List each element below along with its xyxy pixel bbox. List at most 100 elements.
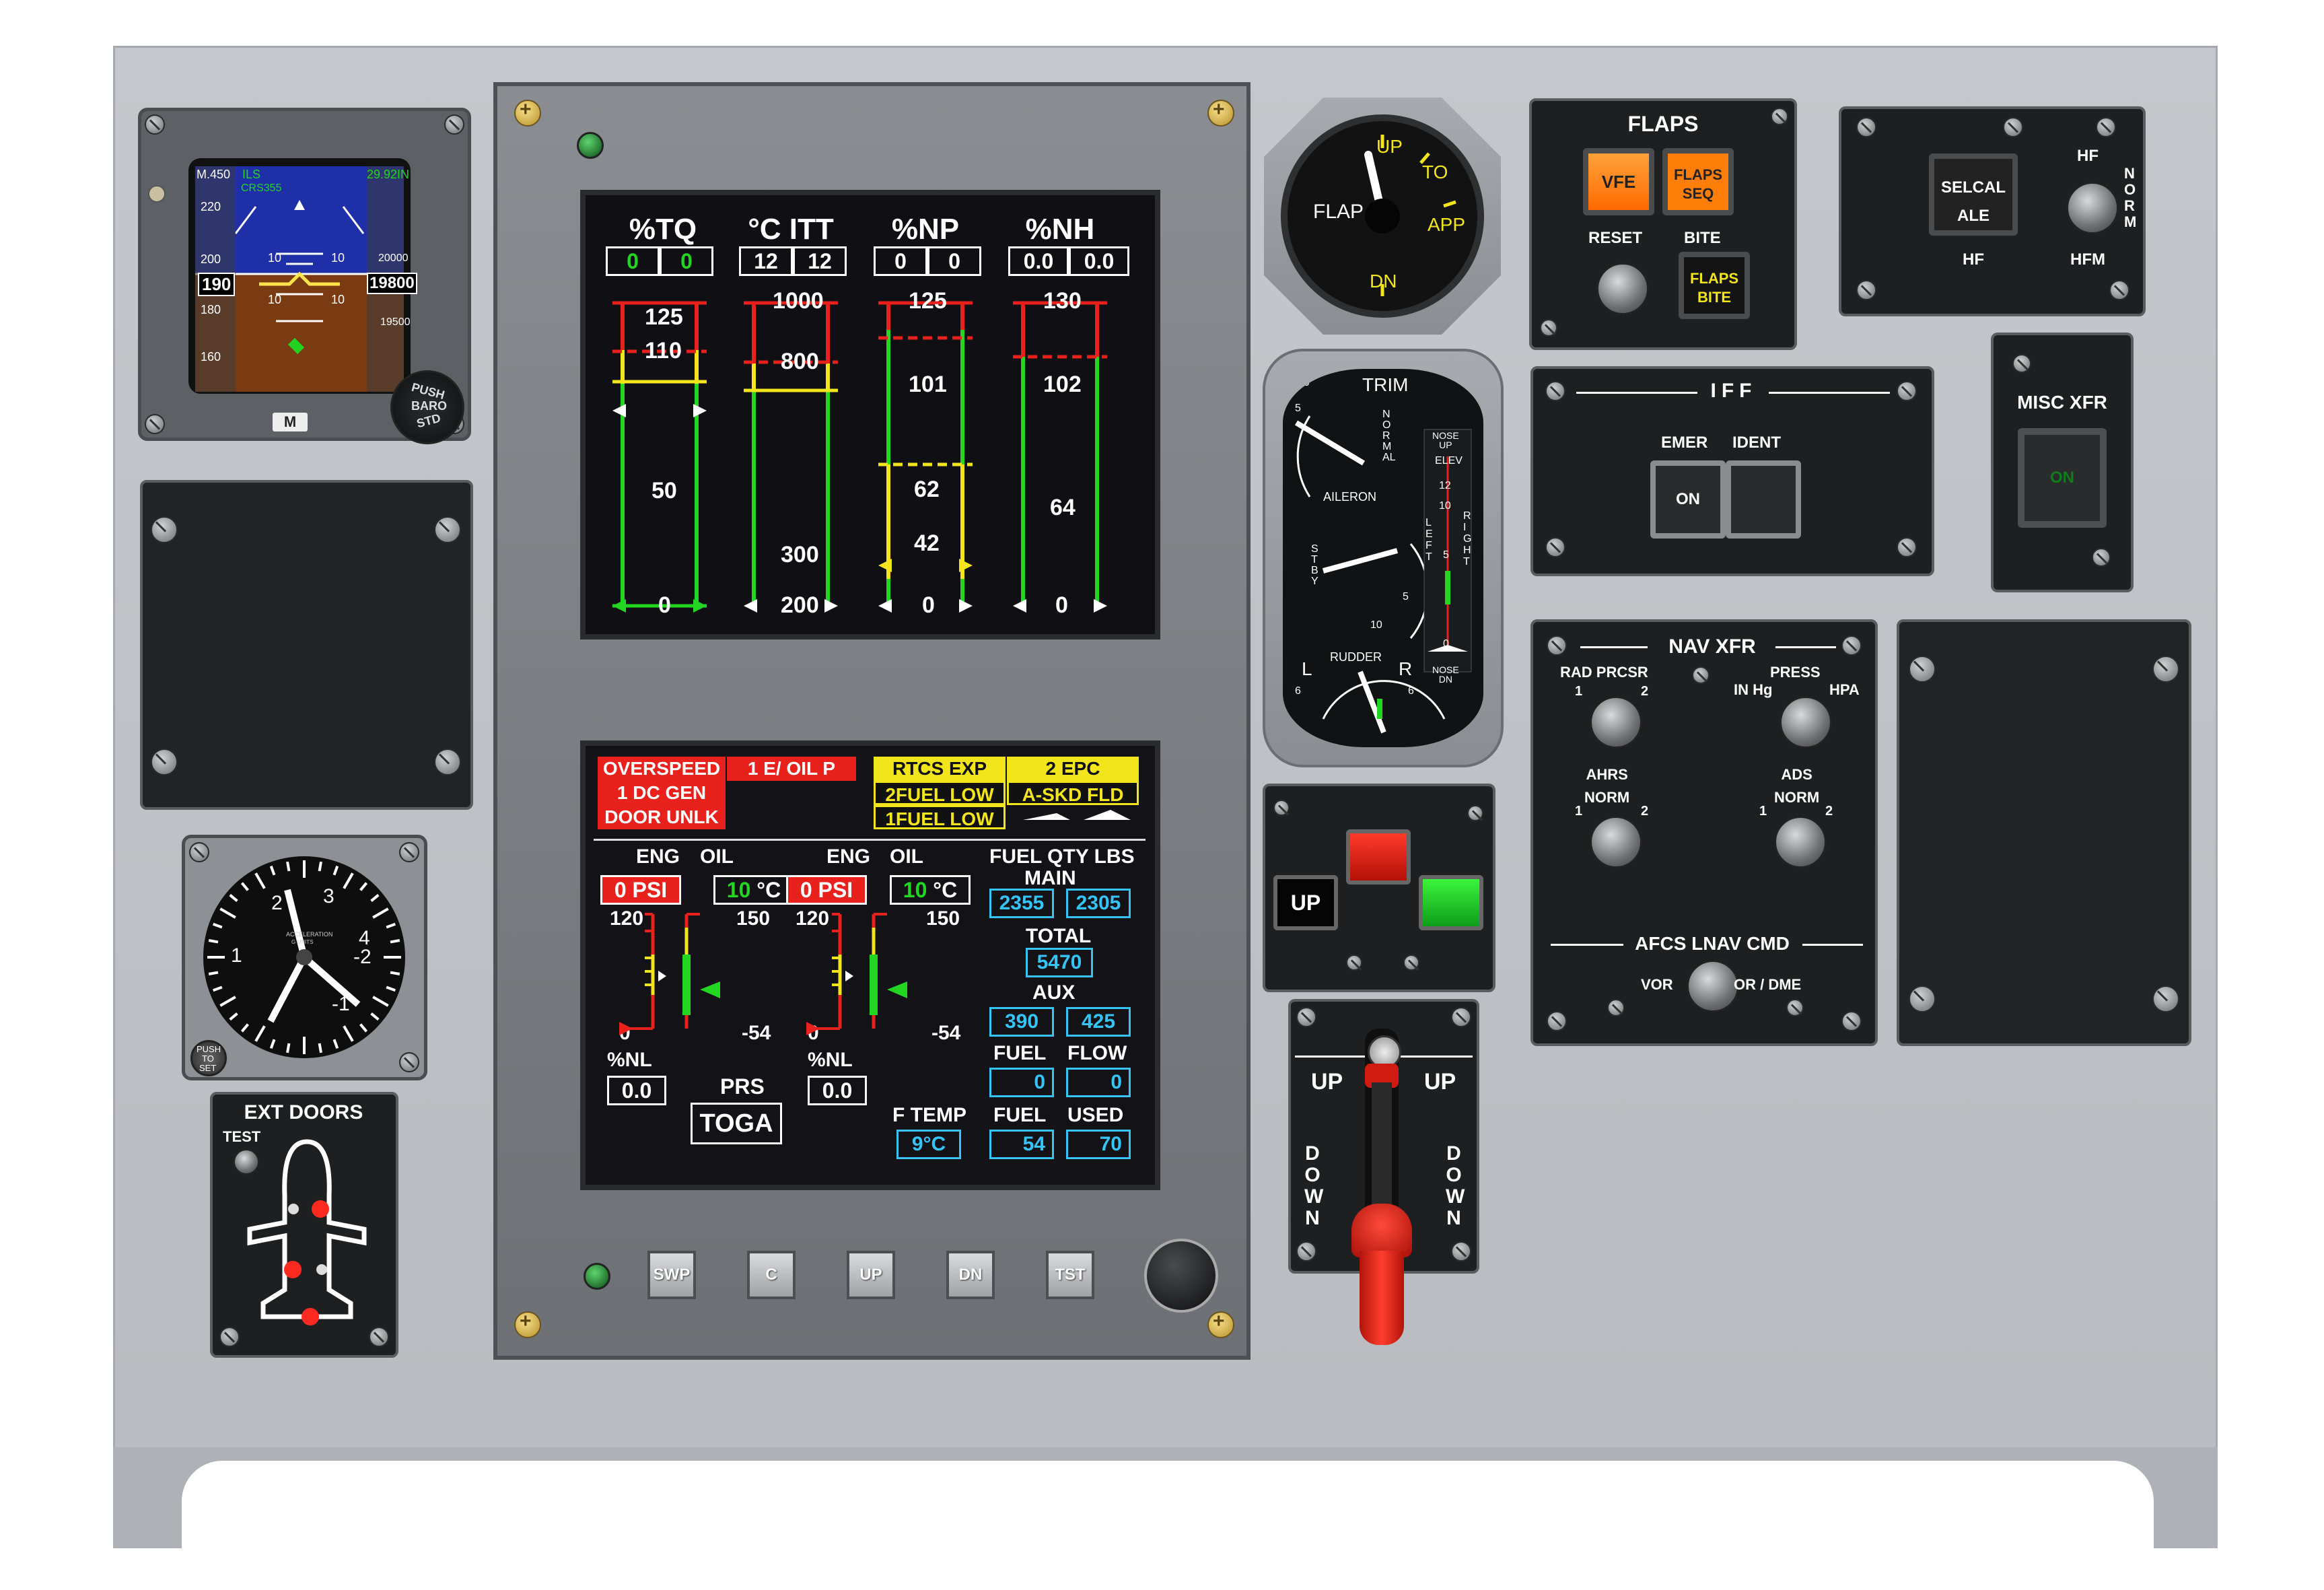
flap-dn: DN: [1370, 271, 1397, 291]
ahrs-2: 2: [1641, 804, 1649, 819]
alt-tick-20000: 20000: [378, 252, 409, 264]
gear-down-right: DOWN: [1446, 1142, 1465, 1229]
alt-box: 19800: [367, 273, 417, 294]
tq-scale-125: 125: [645, 304, 683, 330]
afcs-lnav-title: AFCS LNAV CMD: [1635, 933, 1790, 954]
nl-value-2: 0.0: [808, 1076, 867, 1105]
flaps-seq-button[interactable]: FLAPS SEQ: [1662, 148, 1734, 215]
nh-scale-102: 102: [1043, 372, 1082, 397]
hfm-label: HFM: [2070, 250, 2105, 269]
tq-scale-50: 50: [652, 478, 677, 504]
stby-label: STBY: [1311, 543, 1318, 587]
used-left: 54: [989, 1130, 1054, 1159]
misc-xfr-title: MISC XFR: [2017, 392, 2107, 413]
iff-on-button[interactable]: ON: [1650, 460, 1726, 539]
ads-2: 2: [1825, 804, 1833, 819]
np-scale-0: 0: [922, 592, 935, 618]
reset-switch[interactable]: [1596, 263, 1649, 315]
blank-panel-left: [140, 480, 473, 810]
cas-overspeed: OVERSPEED: [598, 757, 726, 781]
ftemp-value: 9°C: [896, 1130, 961, 1159]
swp-button[interactable]: SWP: [647, 1251, 696, 1299]
gear-handle[interactable]: [1351, 1035, 1412, 1345]
accel-title: ACCELERATION: [286, 931, 333, 938]
selcal-ale-button[interactable]: SELCAL ALE: [1929, 153, 2018, 236]
status-led-top: [577, 132, 604, 159]
cas-oil-press: 1 E/ OIL P: [727, 757, 856, 781]
flaps-panel: FLAPS VFE FLAPS SEQ RESET BITE FLAPS BITE: [1529, 98, 1797, 350]
bite-label: BITE: [1684, 229, 1721, 247]
used-label: USED: [1067, 1104, 1124, 1126]
inhg-label: IN Hg: [1734, 681, 1773, 698]
flaps-bite-button[interactable]: FLAPS BITE: [1679, 252, 1750, 319]
gear-up-right: UP: [1424, 1069, 1456, 1095]
used-right: 70: [1066, 1130, 1131, 1159]
flap-to: TO: [1422, 162, 1448, 182]
nav-xfr-panel: NAV XFR RAD PRCSR 1 2 PRESS IN Hg HPA AH…: [1530, 619, 1878, 1046]
oil-label-2: OIL: [890, 845, 923, 868]
nh-scale-64: 64: [1050, 495, 1076, 520]
gear-up-light[interactable]: UP: [1273, 875, 1338, 930]
cas-1fuel-low: 1FUEL LOW: [874, 805, 1006, 829]
pitch-label-3: 10: [268, 293, 282, 306]
brightness-knob[interactable]: [1144, 1239, 1218, 1313]
emer-label: EMER: [1661, 434, 1708, 452]
skid-icons: [1023, 810, 1131, 820]
fuel-label-2: FUEL: [993, 1104, 1047, 1126]
normal-label: NORMAL: [1382, 409, 1396, 463]
total-label: TOTAL: [1026, 925, 1092, 947]
vfe-button[interactable]: VFE: [1583, 148, 1654, 215]
elev-nose-up: NOSE UP: [1432, 430, 1459, 450]
c-button[interactable]: C: [747, 1251, 796, 1299]
ads-1: 1: [1759, 804, 1767, 819]
speed-tick-160: 160: [201, 350, 221, 364]
accel-neg1: -1: [332, 993, 350, 1015]
tst-button[interactable]: TST: [1046, 1251, 1094, 1299]
elev-0: 0: [1443, 638, 1449, 650]
press-switch[interactable]: [1780, 696, 1832, 749]
np-scale-101: 101: [909, 372, 947, 397]
rad-prcsr-switch[interactable]: [1590, 696, 1642, 749]
flow-right: 0: [1066, 1068, 1131, 1097]
fuel-label: FUEL: [993, 1042, 1047, 1064]
accel-3: 3: [323, 885, 334, 907]
pitch-label-2: 10: [331, 251, 345, 265]
rudder-r: R: [1399, 658, 1413, 679]
fuel-qty-label: FUEL QTY LBS: [989, 845, 1135, 868]
rad-prcsr-label: RAD PRCSR: [1560, 664, 1648, 681]
selcal-panel: SELCAL ALE HF NORM HF HFM: [1839, 106, 2146, 316]
baro-knob[interactable]: PUSH BARO STD: [390, 370, 464, 444]
elev-12: 12: [1439, 480, 1451, 491]
status-led-bottom: [584, 1263, 610, 1290]
misc-xfr-button[interactable]: ON: [2018, 428, 2107, 528]
speed-box: 190: [198, 273, 236, 296]
approach-mode: ILS: [242, 168, 261, 181]
itt-scale-200: 200: [781, 592, 819, 618]
accel-units: G UNITS: [291, 939, 314, 945]
cas-dc-gen: 1 DC GEN: [598, 781, 726, 805]
tq-scale-110: 110: [645, 338, 682, 364]
push-to-set-knob[interactable]: PUSH TO SET: [190, 1040, 227, 1076]
cas-rtcs-exp: RTCS EXP: [874, 757, 1006, 781]
aileron-label: AILERON: [1323, 490, 1377, 504]
pitch-label-4: 10: [331, 293, 345, 306]
iff-ident-button[interactable]: [1726, 460, 1801, 539]
itt-scale-300: 300: [781, 542, 819, 567]
dn-button[interactable]: DN: [946, 1251, 995, 1299]
afcs-lnav-switch[interactable]: [1687, 960, 1739, 1012]
aileron-10-top: 10: [1298, 377, 1310, 388]
hf-top-label: HF: [2077, 147, 2099, 165]
up-button[interactable]: UP: [847, 1251, 895, 1299]
ads-switch[interactable]: [1774, 816, 1827, 868]
nh-scale-0: 0: [1055, 592, 1068, 618]
ext-doors-title: EXT DOORS: [244, 1101, 363, 1124]
hf-selector[interactable]: [2066, 182, 2119, 234]
rudder-l: L: [1302, 658, 1312, 679]
cas-a-skd-fld: A-SKD FLD: [1007, 781, 1139, 805]
oil-gauges: [619, 901, 1003, 1049]
m-button[interactable]: M: [273, 413, 308, 431]
ahrs-switch[interactable]: [1590, 816, 1642, 868]
speed-tick-180: 180: [201, 303, 221, 316]
accel-1: 1: [231, 944, 242, 967]
speed-tick-220: 220: [201, 200, 221, 213]
